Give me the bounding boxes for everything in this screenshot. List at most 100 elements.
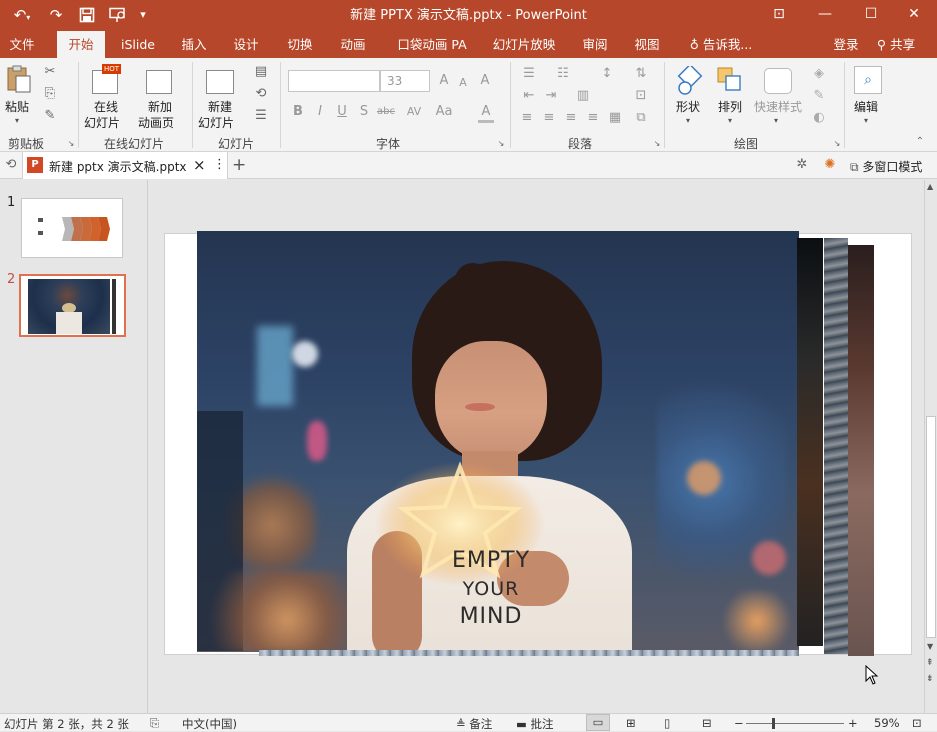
new-tab-button[interactable]: + bbox=[232, 155, 246, 175]
dialog-launcher-icon[interactable]: ↘ bbox=[496, 136, 506, 152]
new-animation-page-button[interactable]: 新加 动画页 bbox=[136, 62, 186, 132]
align-center-icon[interactable]: ≡ bbox=[540, 110, 558, 126]
tab-islide[interactable]: iSlide bbox=[113, 31, 163, 58]
slide-thumbnail-1[interactable] bbox=[21, 198, 123, 258]
scroll-up-icon[interactable]: ▲ bbox=[927, 182, 933, 191]
present-from-start-button[interactable] bbox=[104, 4, 132, 26]
italic-button[interactable]: I bbox=[313, 104, 327, 120]
image-strip[interactable] bbox=[797, 238, 823, 646]
align-right-icon[interactable]: ≡ bbox=[562, 110, 580, 126]
online-slides-button[interactable]: HOT 在线 幻灯片 bbox=[82, 62, 134, 132]
spelling-check-icon[interactable]: ⎘ bbox=[150, 716, 159, 731]
font-size-field[interactable]: 33 bbox=[380, 70, 430, 92]
shape-outline-icon[interactable]: ✎ bbox=[808, 88, 830, 104]
decrease-indent-icon[interactable]: ⇤ bbox=[518, 88, 540, 104]
settings-gear-icon[interactable]: ✺ bbox=[820, 157, 840, 173]
shape-effects-icon[interactable]: ◐ bbox=[808, 110, 830, 126]
zoom-slider-thumb[interactable] bbox=[772, 718, 775, 729]
image-strip[interactable] bbox=[848, 245, 874, 656]
align-text-icon[interactable]: ⊡ bbox=[630, 88, 652, 104]
align-left-icon[interactable]: ≡ bbox=[518, 110, 536, 126]
tab-menu-icon[interactable]: ⋮ bbox=[213, 157, 226, 172]
line-spacing-icon[interactable]: ↕ bbox=[596, 66, 618, 82]
vertical-scrollbar[interactable]: ▲ ▼ ⇞ ⇟ bbox=[924, 180, 937, 713]
strikethrough-button[interactable]: abc bbox=[374, 104, 398, 120]
new-slide-button[interactable]: 新建 幻灯片 bbox=[196, 62, 246, 132]
dialog-launcher-icon[interactable]: ↘ bbox=[832, 136, 842, 152]
tab-history-icon[interactable]: ⟲ bbox=[2, 157, 20, 173]
multi-window-mode-button[interactable]: ⧉ 多窗口模式 bbox=[850, 158, 922, 175]
minimize-button[interactable]: — bbox=[802, 0, 848, 31]
slide-photo[interactable]: EMPTY YOUR MIND bbox=[197, 231, 799, 652]
maximize-button[interactable]: ☐ bbox=[848, 0, 894, 31]
save-button[interactable] bbox=[76, 4, 98, 26]
notes-button[interactable]: ≜ 备注 bbox=[456, 716, 492, 732]
ribbon-display-options-button[interactable]: ⊡ bbox=[756, 0, 802, 31]
scroll-down-icon[interactable]: ▼ bbox=[927, 642, 933, 651]
font-color-button[interactable]: A bbox=[478, 104, 494, 123]
reading-view-icon[interactable]: ▯ bbox=[664, 716, 670, 730]
tab-design[interactable]: 设计 bbox=[222, 31, 270, 58]
font-name-field[interactable] bbox=[288, 70, 380, 92]
zoom-out-button[interactable]: − bbox=[734, 716, 744, 730]
language-status[interactable]: 中文(中国) bbox=[182, 716, 237, 732]
zoom-in-button[interactable]: + bbox=[848, 716, 858, 730]
shadow-button[interactable]: S bbox=[357, 104, 371, 120]
tab-insert[interactable]: 插入 bbox=[170, 31, 218, 58]
tab-slideshow[interactable]: 幻灯片放映 bbox=[488, 31, 560, 58]
share-button[interactable]: ⚲ 共享 bbox=[868, 31, 924, 58]
char-spacing-button[interactable]: AV bbox=[402, 104, 426, 120]
shape-fill-icon[interactable]: ◈ bbox=[808, 66, 830, 82]
tab-home[interactable]: 开始 bbox=[57, 31, 105, 58]
columns-icon[interactable]: ▥ bbox=[572, 88, 594, 104]
tab-file[interactable]: 文件 bbox=[0, 31, 44, 58]
comments-button[interactable]: ▬ 批注 bbox=[516, 716, 554, 732]
distributed-icon[interactable]: ▦ bbox=[606, 110, 624, 126]
pin-icon[interactable]: ✲ bbox=[792, 157, 812, 173]
arrange-button[interactable]: 排列 ▾ bbox=[714, 62, 750, 132]
sign-in-link[interactable]: 登录 bbox=[826, 31, 866, 58]
grow-font-icon[interactable]: A bbox=[436, 73, 452, 89]
change-case-button[interactable]: Aa bbox=[432, 104, 456, 120]
increase-indent-icon[interactable]: ⇥ bbox=[540, 88, 562, 104]
tab-animations[interactable]: 动画 bbox=[329, 31, 377, 58]
tell-me-box[interactable]: ♁ 告诉我... bbox=[686, 31, 756, 58]
close-tab-icon[interactable]: × bbox=[193, 156, 206, 174]
scrollbar-thumb[interactable] bbox=[926, 416, 936, 638]
smartart-icon[interactable]: ⧉ bbox=[630, 110, 652, 126]
shrink-font-icon[interactable]: A bbox=[456, 75, 470, 91]
zoom-percent[interactable]: 59% bbox=[874, 716, 900, 730]
slideshow-view-icon[interactable]: ⊟ bbox=[702, 716, 712, 730]
tab-pocket-animation[interactable]: 口袋动画 PA bbox=[392, 31, 472, 58]
fit-slide-icon[interactable]: ⊡ bbox=[912, 716, 922, 730]
shapes-button[interactable]: 形状 ▾ bbox=[670, 62, 710, 132]
underline-button[interactable]: U bbox=[335, 104, 349, 120]
editing-button[interactable]: ⌕ 编辑 ▾ bbox=[850, 62, 886, 132]
reset-icon[interactable]: ⟲ bbox=[250, 86, 272, 102]
bold-button[interactable]: B bbox=[291, 104, 305, 120]
cut-icon[interactable]: ✂ bbox=[40, 64, 60, 80]
quick-styles-button[interactable]: 快速样式 ▾ bbox=[752, 62, 804, 132]
image-strip[interactable] bbox=[824, 238, 848, 654]
clear-format-icon[interactable]: A bbox=[476, 73, 494, 89]
undo-button[interactable]: ↶▾ bbox=[8, 4, 36, 26]
tab-review[interactable]: 审阅 bbox=[572, 31, 618, 58]
normal-view-icon[interactable]: ▭ bbox=[586, 714, 610, 731]
text-direction-icon[interactable]: ⇅ bbox=[630, 66, 652, 82]
paste-button[interactable]: 粘贴 ▾ bbox=[3, 62, 35, 130]
layout-icon[interactable]: ▤ bbox=[250, 64, 272, 80]
copy-icon[interactable]: ⎘ bbox=[40, 86, 60, 102]
section-icon[interactable]: ☰ bbox=[250, 108, 272, 124]
format-painter-icon[interactable]: ✎ bbox=[40, 108, 60, 124]
slide-sorter-view-icon[interactable]: ⊞ bbox=[626, 716, 636, 730]
slide-thumbnail-2[interactable] bbox=[19, 274, 126, 337]
document-tab[interactable]: P 新建 pptx 演示文稿.pptx × ⋮ bbox=[22, 152, 228, 179]
close-button[interactable]: ✕ bbox=[891, 0, 937, 31]
collapse-ribbon-icon[interactable]: ⌃ bbox=[912, 134, 928, 150]
next-slide-icon[interactable]: ⇟ bbox=[926, 674, 934, 684]
tab-view[interactable]: 视图 bbox=[624, 31, 670, 58]
dialog-launcher-icon[interactable]: ↘ bbox=[66, 136, 76, 152]
previous-slide-icon[interactable]: ⇞ bbox=[926, 658, 934, 668]
justify-icon[interactable]: ≡ bbox=[584, 110, 602, 126]
redo-button[interactable]: ↷ bbox=[44, 4, 68, 26]
